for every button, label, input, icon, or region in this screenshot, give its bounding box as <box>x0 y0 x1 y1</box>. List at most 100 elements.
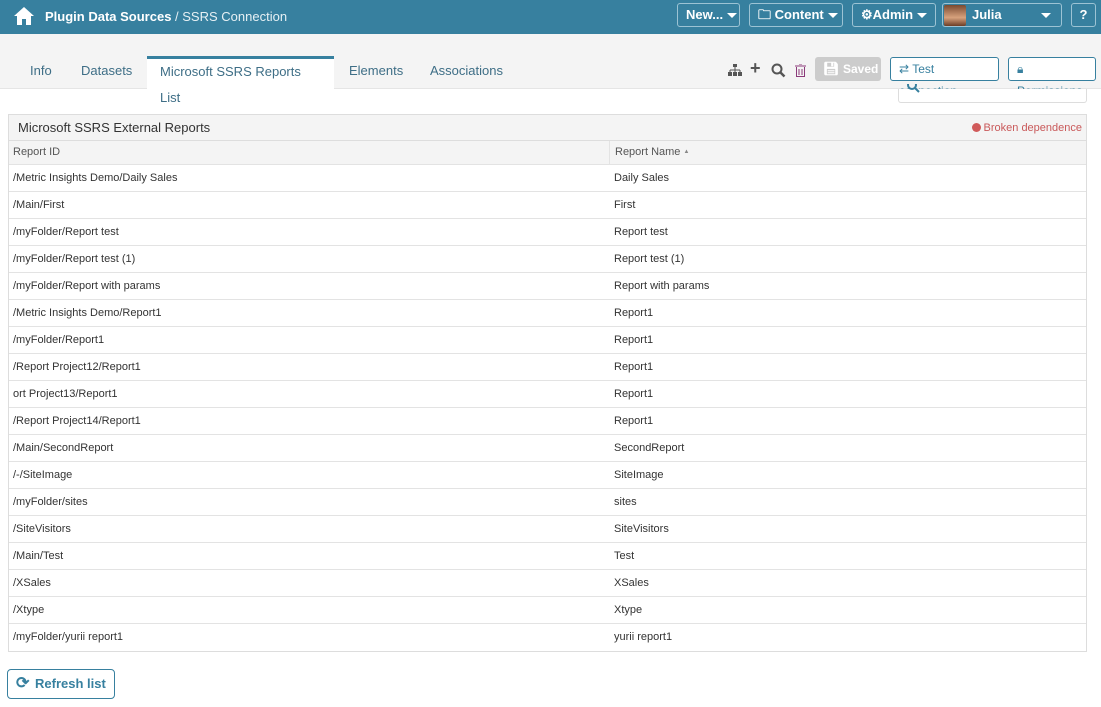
column-header-label: Report Name <box>615 146 681 158</box>
table-row[interactable]: /Main/Test Test <box>9 543 1086 570</box>
refresh-list-button[interactable]: ⟳ Refresh list <box>7 669 115 699</box>
home-icon[interactable] <box>13 6 35 26</box>
report-name-cell: SiteVisitors <box>614 523 669 535</box>
search-icon <box>907 84 920 93</box>
report-id-cell: /myFolder/Report test (1) <box>13 253 136 265</box>
plus-icon[interactable]: + <box>750 58 761 79</box>
avatar <box>944 5 966 26</box>
column-header-report-id[interactable]: Report ID <box>9 141 609 164</box>
report-id-cell: /XSales <box>13 577 51 589</box>
report-id-cell: /Report Project14/Report1 <box>13 415 141 427</box>
tab-elements[interactable]: Elements <box>336 56 416 89</box>
table-row[interactable]: ort Project13/Report1 Report1 <box>9 381 1086 408</box>
report-name-cell: Report1 <box>614 307 654 319</box>
tab-associations[interactable]: Associations <box>417 56 516 89</box>
save-icon: 💾︎ <box>823 61 840 76</box>
report-id-cell: /-/SiteImage <box>13 469 73 481</box>
table-body: /Metric Insights Demo/Daily Sales Daily S… <box>9 165 1086 651</box>
report-name-cell: SiteImage <box>614 469 664 481</box>
report-name-cell: Test <box>614 550 635 562</box>
table-row[interactable]: /myFolder/Report test Report test <box>9 219 1086 246</box>
report-id-cell: /Main/Test <box>13 550 64 562</box>
report-name-cell: Report1 <box>614 388 654 400</box>
report-name-cell: Report1 <box>614 361 654 373</box>
report-name-cell: Report with params <box>614 280 710 292</box>
report-id-cell: /Main/First <box>13 199 65 211</box>
status-dot-icon <box>971 123 981 132</box>
user-menu-button[interactable]: Julia <box>942 3 1062 27</box>
search-input[interactable] <box>898 84 1087 103</box>
report-id-cell: /Xtype <box>13 604 45 616</box>
report-id-cell: /myFolder/sites <box>13 496 88 508</box>
trash-icon[interactable] <box>795 64 806 77</box>
tab-bar: Info Datasets Microsoft SSRS Reports Lis… <box>0 34 1101 105</box>
admin-label: Admin <box>872 7 914 22</box>
table-row[interactable]: /Metric Insights Demo/Daily Sales Daily S… <box>9 165 1086 192</box>
search-icon[interactable] <box>771 63 786 78</box>
report-name-cell: Report test (1) <box>614 253 685 265</box>
refresh-icon: ⟳ <box>16 675 30 692</box>
report-id-cell: /Metric Insights Demo/Report1 <box>13 307 162 319</box>
hierarchy-icon[interactable] <box>728 64 742 76</box>
breadcrumb-current: SSRS Connection <box>182 9 288 24</box>
tab-ssrs-reports-list[interactable]: Microsoft SSRS Reports List <box>147 56 334 105</box>
table-row[interactable]: /myFolder/sites sites <box>9 489 1086 516</box>
lock-icon: 🔒︎ <box>1017 62 1024 76</box>
report-id-cell: /Metric Insights Demo/Daily Sales <box>13 172 178 184</box>
report-name-cell: Daily Sales <box>614 172 670 184</box>
report-name-cell: Report1 <box>614 334 654 346</box>
report-name-cell: yurii report1 <box>614 631 673 643</box>
permissions-button[interactable]: 🔒︎Permissions <box>1008 57 1096 98</box>
report-name-cell: SecondReport <box>614 442 685 454</box>
table-row[interactable]: /Main/First First <box>9 192 1086 219</box>
new-menu-button[interactable]: New... <box>677 3 740 27</box>
top-bar: Plugin Data Sources / SSRS Connection Ne… <box>0 0 1101 34</box>
table-row[interactable]: /Report Project12/Report1 Report1 <box>9 354 1086 381</box>
table-row[interactable]: /-/SiteImage SiteImage <box>9 462 1086 489</box>
exchange-icon: ⇄ <box>899 62 910 76</box>
chevron-down-icon <box>727 13 738 19</box>
table-row[interactable]: /Main/SecondReport SecondReport <box>9 435 1086 462</box>
gear-icon: ⚙ <box>861 7 873 22</box>
breadcrumb-separator: / <box>171 9 183 24</box>
status-text: Broken dependence <box>983 122 1082 134</box>
report-id-cell: /Report Project12/Report1 <box>13 361 141 373</box>
tab-info[interactable]: Info <box>17 56 65 89</box>
report-id-cell: /myFolder/yurii report1 <box>13 631 124 643</box>
report-id-cell: /Main/SecondReport <box>13 442 114 454</box>
sort-asc-icon: ▲ <box>683 149 690 155</box>
tab-datasets[interactable]: Datasets <box>68 56 145 89</box>
table-row[interactable]: /myFolder/Report with params Report with … <box>9 273 1086 300</box>
report-name-cell: sites <box>614 496 637 508</box>
folder-icon: 🗀 <box>758 7 772 22</box>
help-button[interactable]: ? <box>1071 3 1096 27</box>
table-row[interactable]: /Xtype Xtype <box>9 597 1086 624</box>
refresh-label: Refresh list <box>35 676 106 691</box>
table-row[interactable]: /XSales XSales <box>9 570 1086 597</box>
chevron-down-icon <box>827 13 838 19</box>
table-row[interactable]: /myFolder/Report1 Report1 <box>9 327 1086 354</box>
report-name-cell: First <box>614 199 636 211</box>
table-row[interactable]: /Metric Insights Demo/Report1 Report1 <box>9 300 1086 327</box>
saved-label: Saved <box>843 62 879 76</box>
admin-menu-button[interactable]: ⚙Admin <box>852 3 936 27</box>
user-name: Julia <box>972 7 1002 22</box>
content-menu-button[interactable]: 🗀 Content <box>749 3 843 27</box>
content-label: Content <box>774 7 824 22</box>
table-row[interactable]: /myFolder/Report test (1) Report test (1) <box>9 246 1086 273</box>
report-id-cell: /SiteVisitors <box>13 523 71 535</box>
table-row[interactable]: /myFolder/yurii report1 yurii report1 <box>9 624 1086 651</box>
chevron-down-icon <box>1041 13 1051 18</box>
breadcrumb-parent[interactable]: Plugin Data Sources <box>45 9 171 24</box>
column-header-report-name[interactable]: Report Name ▲ <box>609 141 1086 164</box>
chevron-down-icon <box>917 13 928 19</box>
saved-button[interactable]: 💾︎ Saved <box>815 57 881 81</box>
table-row[interactable]: /SiteVisitors SiteVisitors <box>9 516 1086 543</box>
test-connection-button[interactable]: ⇄ Test connection <box>890 57 999 98</box>
table-row[interactable]: /Report Project14/Report1 Report1 <box>9 408 1086 435</box>
report-id-cell: /myFolder/Report1 <box>13 334 105 346</box>
report-name-cell: Report test <box>614 226 668 238</box>
status-badge: Broken dependence <box>971 122 1082 134</box>
report-id-cell: /myFolder/Report test <box>13 226 119 238</box>
report-name-cell: Xtype <box>614 604 643 616</box>
